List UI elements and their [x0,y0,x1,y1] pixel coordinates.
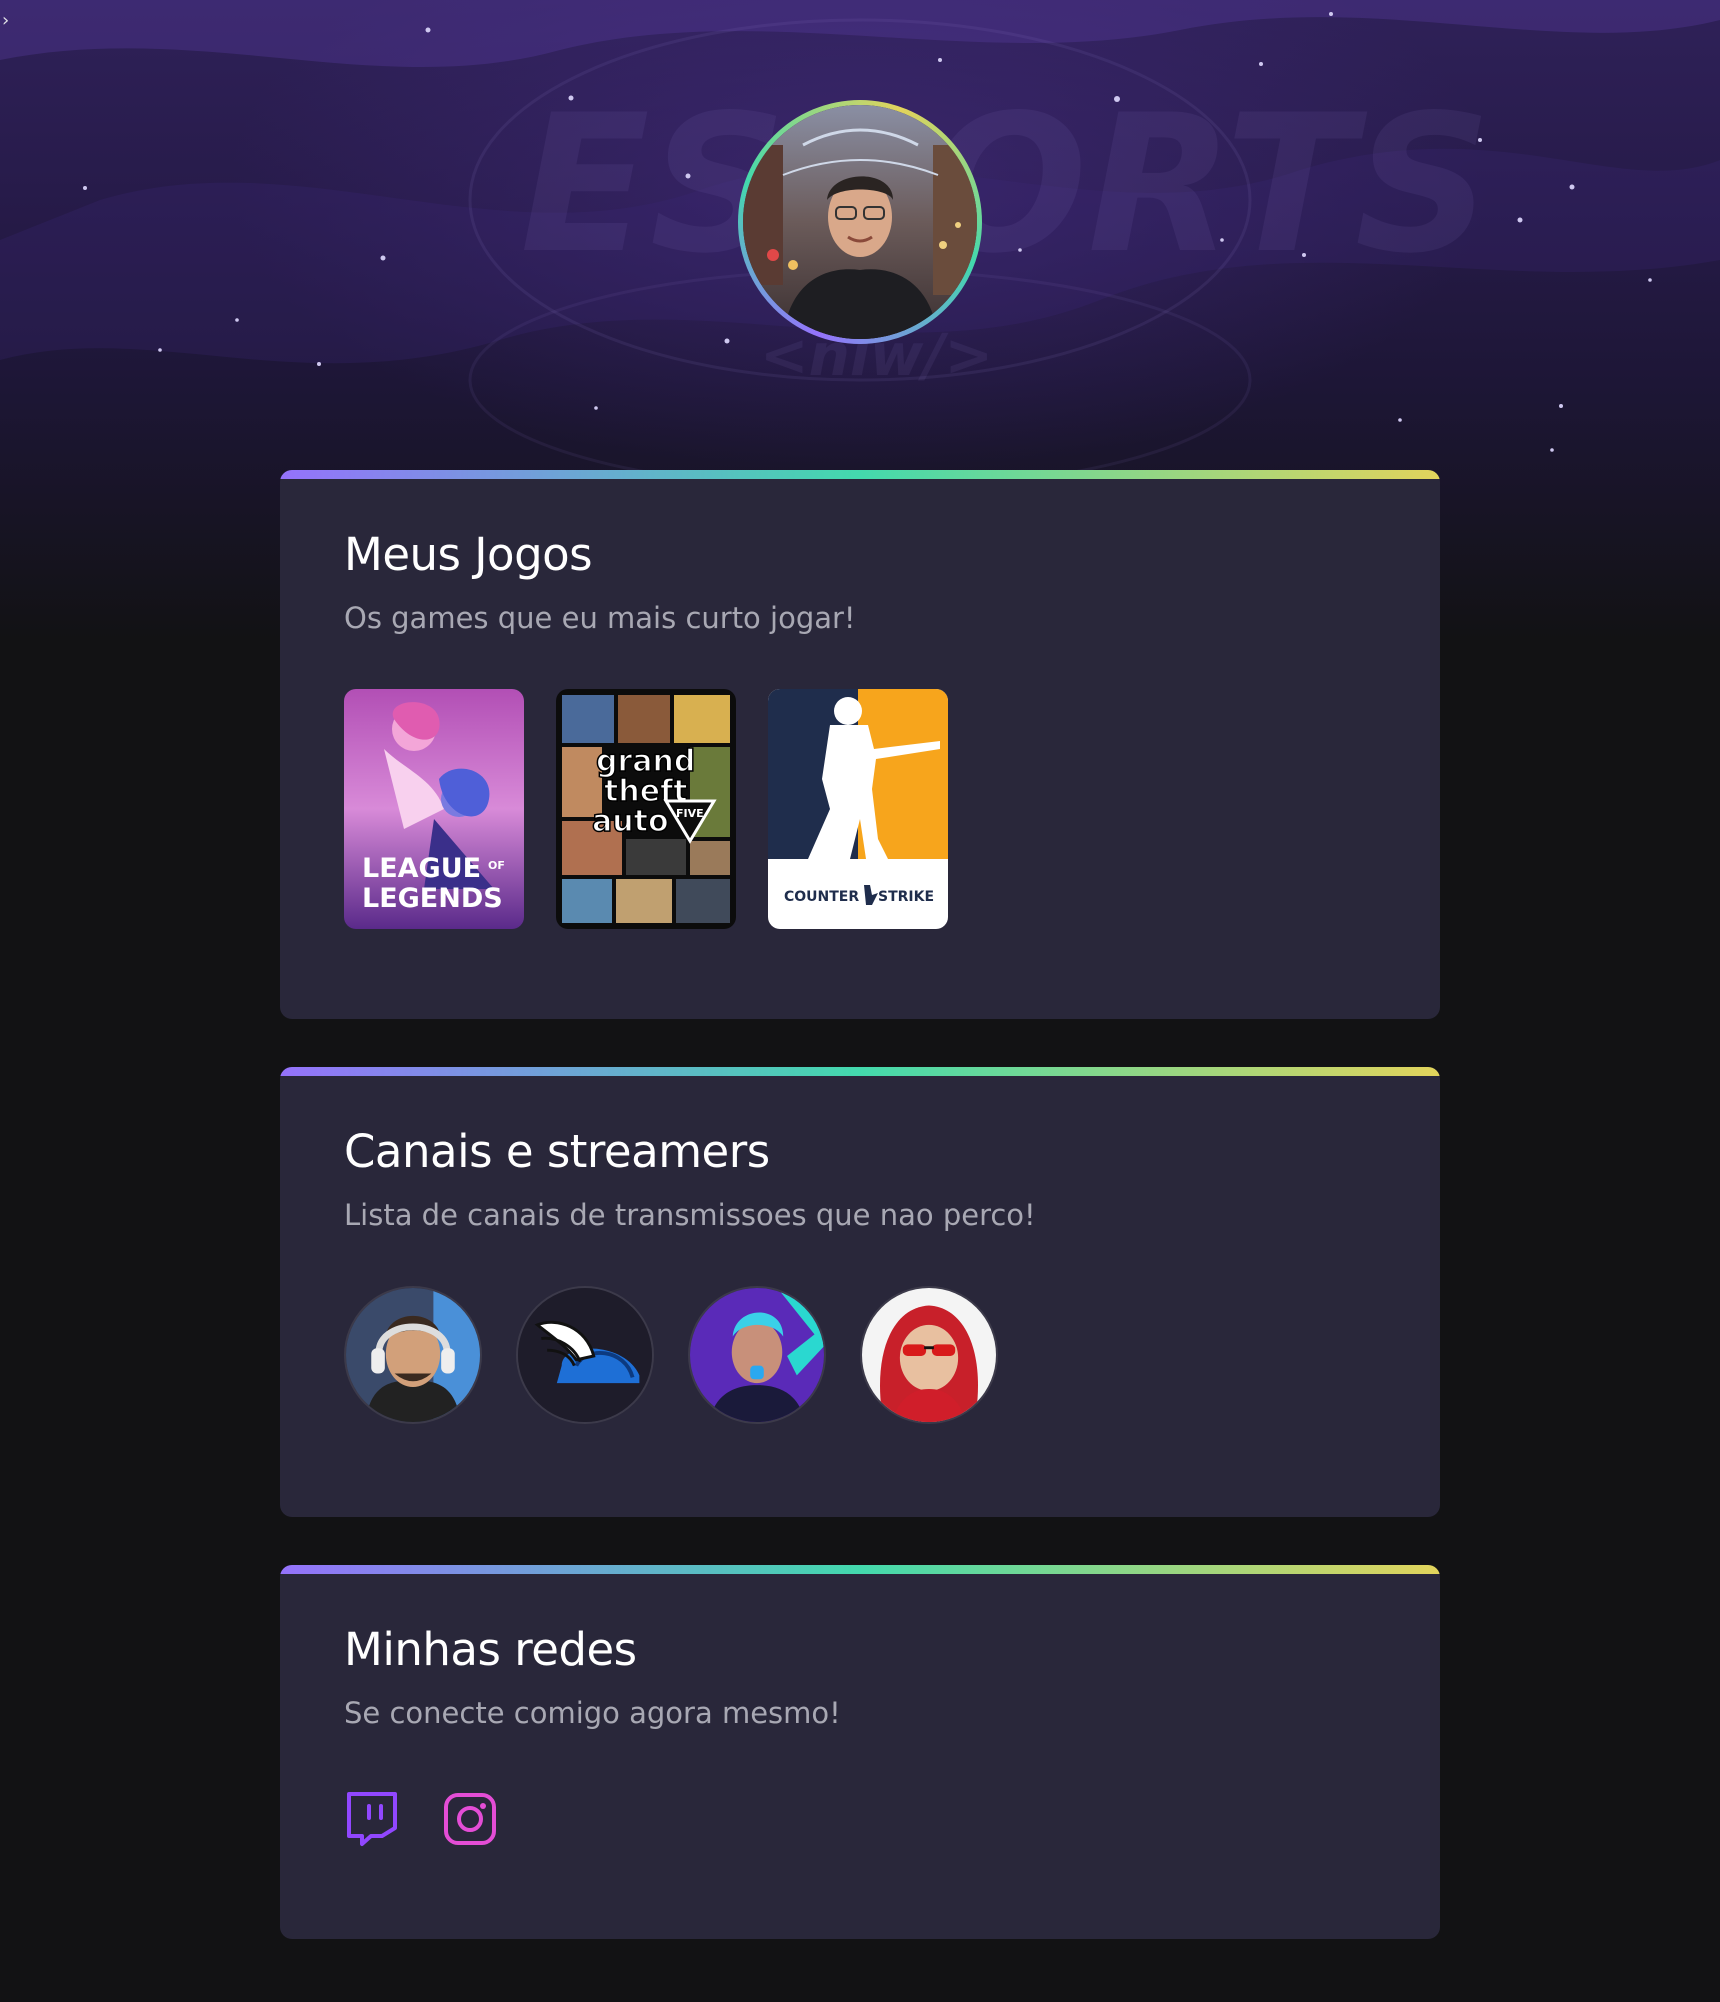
streamers-title: Canais e streamers [344,1125,770,1178]
streamer-avatar-1[interactable] [344,1286,482,1424]
socials-card: Minhas redes Se conecte comigo agora mes… [280,1565,1440,1939]
games-title: Meus Jogos [344,528,593,581]
avatar-photo [743,105,977,339]
games-card: Meus Jogos Os games que eu mais curto jo… [280,470,1440,1019]
svg-text:ESPORTS: ESPORTS [520,74,1492,295]
gta-logo-badge: FIVE [676,807,704,820]
socials-subtitle: Se conecte comigo agora mesmo! [344,1696,841,1730]
profile-avatar [738,100,982,344]
streamer-avatar-3[interactable] [688,1286,826,1424]
lol-logo-of: OF [488,859,505,872]
csgo-logo-line2: STRIKE [878,889,934,905]
csgo-cover: COUNTER STRIKE [768,689,948,929]
gta-logo-line3: auto [592,804,669,839]
csgo-logo-line1: COUNTER [784,889,859,905]
games-list: LEAGUE OF LEGENDS grand theft auto FIVE … [344,689,1376,929]
socials-list [344,1790,1376,1848]
socials-title: Minhas redes [344,1623,637,1676]
instagram-icon[interactable] [442,1790,498,1848]
lol-cover: LEAGUE OF LEGENDS [344,689,524,929]
twitch-icon[interactable] [344,1790,400,1848]
streamer-avatar-2[interactable] [516,1286,654,1424]
streamers-card: Canais e streamers Lista de canais de tr… [280,1067,1440,1517]
lol-logo-line1: LEAGUE [362,853,481,884]
gta-cover: grand theft auto FIVE [556,689,736,929]
game-gta-v[interactable]: grand theft auto FIVE [556,689,736,929]
streamer-avatar-4[interactable] [860,1286,998,1424]
game-league-of-legends[interactable]: LEAGUE OF LEGENDS [344,689,524,929]
lol-logo-line2: LEGENDS [362,883,503,914]
streamers-subtitle: Lista de canais de transmissoes que nao … [344,1198,1036,1232]
streamers-list [344,1286,1376,1424]
games-subtitle: Os games que eu mais curto jogar! [344,601,856,635]
game-counter-strike[interactable]: COUNTER STRIKE [768,689,948,929]
expand-caret[interactable]: › [2,10,9,31]
